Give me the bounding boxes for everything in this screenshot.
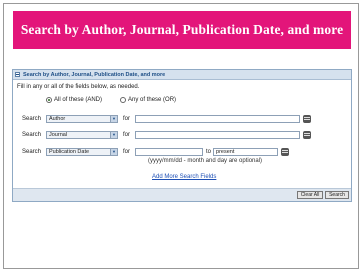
panel-header[interactable]: Search by Author, Journal, Publication D… bbox=[13, 70, 351, 80]
for-label: for bbox=[123, 115, 131, 122]
for-label: for bbox=[123, 148, 131, 155]
date-to-input[interactable]: present bbox=[213, 147, 279, 156]
chevron-down-icon[interactable]: ▼ bbox=[110, 115, 117, 122]
chevron-down-icon[interactable]: ▼ bbox=[110, 131, 117, 138]
search-label: Search bbox=[22, 115, 42, 122]
date-format-hint: (yyyy/mm/dd - month and day are optional… bbox=[148, 158, 263, 164]
field-select-date[interactable]: Publication Date ▼ bbox=[46, 147, 118, 156]
field-select-value: Publication Date bbox=[49, 148, 90, 155]
add-more-fields-link[interactable]: Add More Search Fields bbox=[152, 174, 216, 180]
match-options: All of these (AND) Any of these (OR) bbox=[46, 97, 176, 103]
collapse-icon[interactable] bbox=[15, 72, 20, 77]
field-select-author[interactable]: Author ▼ bbox=[46, 114, 118, 123]
radio-all-label: All of these (AND) bbox=[54, 97, 103, 103]
radio-unselected-icon[interactable] bbox=[120, 97, 127, 103]
panel-footer: Clear All Search bbox=[13, 188, 351, 201]
search-panel: Search by Author, Journal, Publication D… bbox=[12, 69, 352, 202]
clear-all-button[interactable]: Clear All bbox=[297, 191, 323, 199]
lookup-icon[interactable] bbox=[303, 130, 311, 139]
search-label: Search bbox=[22, 131, 42, 138]
search-row-date: Search Publication Date ▼ for to present bbox=[22, 147, 290, 156]
field-select-journal[interactable]: Journal ▼ bbox=[46, 130, 118, 139]
lookup-icon[interactable] bbox=[303, 114, 311, 123]
field-select-value: Journal bbox=[49, 131, 68, 138]
radio-any[interactable]: Any of these (OR) bbox=[120, 97, 176, 103]
radio-any-label: Any of these (OR) bbox=[128, 97, 177, 103]
search-label: Search bbox=[22, 148, 42, 155]
search-row-journal: Search Journal ▼ for bbox=[22, 130, 311, 139]
panel-header-label: Search by Author, Journal, Publication D… bbox=[23, 71, 166, 78]
field-select-value: Author bbox=[49, 115, 66, 122]
author-input[interactable] bbox=[135, 114, 300, 123]
chevron-down-icon[interactable]: ▼ bbox=[110, 148, 117, 155]
lookup-icon[interactable] bbox=[281, 147, 290, 156]
instruction-text: Fill in any or all of the fields below, … bbox=[17, 84, 140, 90]
date-from-input[interactable] bbox=[135, 147, 203, 156]
radio-all[interactable]: All of these (AND) bbox=[46, 97, 102, 103]
search-row-author: Search Author ▼ for bbox=[22, 114, 311, 123]
search-button[interactable]: Search bbox=[325, 191, 349, 199]
slide-title: Search by Author, Journal, Publication D… bbox=[13, 11, 351, 49]
radio-selected-icon[interactable] bbox=[46, 97, 52, 103]
to-label: to bbox=[206, 148, 212, 155]
journal-input[interactable] bbox=[135, 130, 300, 139]
for-label: for bbox=[123, 131, 131, 138]
